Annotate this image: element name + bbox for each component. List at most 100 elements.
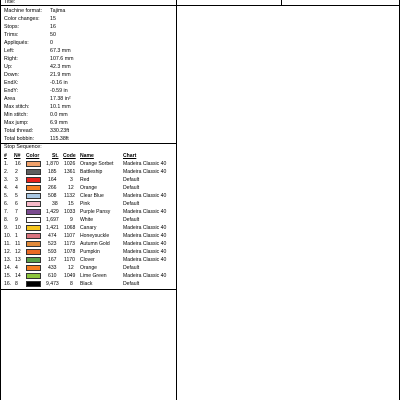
stat-value: 115.38ft xyxy=(50,135,69,142)
row-chart: Default xyxy=(123,177,140,183)
stat-label: Appliqués: xyxy=(4,39,29,46)
row-name: Honeysuckle xyxy=(80,233,110,239)
row-needle: 8 xyxy=(15,281,18,287)
row-name: Pumpkin xyxy=(80,249,100,255)
row-name: Red xyxy=(80,177,90,183)
table-row: 1. 16 1,870 1026 Orange Sorbet Madeira C… xyxy=(0,160,176,168)
row-num: 8. xyxy=(4,217,9,223)
stat-label: Stops: xyxy=(4,23,20,30)
stat-label: Left: xyxy=(4,47,15,54)
row-needle: 5 xyxy=(15,193,18,199)
row-stitches: 167 xyxy=(48,257,57,263)
table-row: 11. 11 523 1173 Autumn Gold Madeira Clas… xyxy=(0,240,176,248)
table-bottom-line xyxy=(0,289,176,290)
stat-value: 42.3 mm xyxy=(50,63,71,70)
stat-value: 330.23ft xyxy=(50,127,70,134)
table-row: 3. 3 164 3 Red Default xyxy=(0,176,176,184)
header-bottom-line xyxy=(0,5,400,6)
row-code: 1107 xyxy=(64,233,75,239)
table-row: 10. 1 474 1107 Honeysuckle Madeira Class… xyxy=(0,232,176,240)
color-swatch xyxy=(26,160,41,167)
color-swatch xyxy=(26,272,41,279)
row-stitches: 266 xyxy=(48,185,57,191)
row-stitches: 1,697 xyxy=(46,217,59,223)
color-swatch xyxy=(26,200,41,207)
stat-label: Total thread: xyxy=(4,127,34,134)
stat-label: Max stitch: xyxy=(4,103,30,110)
stat-value: -0.59 in xyxy=(50,87,68,94)
row-needle: 9 xyxy=(15,217,18,223)
row-chart: Default xyxy=(123,201,140,207)
row-stitches: 433 xyxy=(48,265,57,271)
row-num: 11. xyxy=(4,241,11,247)
row-num: 10. xyxy=(4,233,12,239)
color-swatch xyxy=(26,224,41,231)
row-num: 7. xyxy=(4,209,9,215)
row-code: 9 xyxy=(70,217,73,223)
color-swatch xyxy=(26,168,41,175)
stat-label: Up: xyxy=(4,63,13,70)
row-chart: Madeira Classic 40 xyxy=(123,273,167,279)
col-header-n: N# xyxy=(14,153,21,159)
row-name: Clear Blue xyxy=(80,193,104,199)
row-name: Black xyxy=(80,281,93,287)
row-chart: Default xyxy=(123,265,140,271)
row-code: 1132 xyxy=(64,193,75,199)
color-swatch xyxy=(26,248,41,255)
table-row: 7. 7 1,429 1033 Purple Pansy Madeira Cla… xyxy=(0,208,176,216)
row-chart: Default xyxy=(123,217,140,223)
row-chart: Madeira Classic 40 xyxy=(123,169,167,175)
stat-label: EndY: xyxy=(4,87,19,94)
row-needle: 10 xyxy=(15,225,21,231)
row-name: Orange xyxy=(80,265,97,271)
row-name: Clover xyxy=(80,257,95,263)
row-num: 16. xyxy=(4,281,12,287)
row-stitches: 9,473 xyxy=(46,281,59,287)
stat-value: 107.6 mm xyxy=(50,55,74,62)
row-num: 12. xyxy=(4,249,12,255)
stat-value: 0.0 mm xyxy=(50,111,68,118)
row-num: 2. xyxy=(4,169,9,175)
table-row: 5. 5 508 1132 Clear Blue Madeira Classic… xyxy=(0,192,176,200)
table-row: 6. 6 38 15 Pink Default xyxy=(0,200,176,208)
row-name: Orange Sorbet xyxy=(80,161,114,167)
stat-label: Area xyxy=(4,95,16,102)
row-code: 1173 xyxy=(64,241,75,247)
row-num: 15. xyxy=(4,273,12,279)
row-name: Pink xyxy=(80,201,90,207)
col-header-st: St. xyxy=(52,153,59,159)
row-num: 13. xyxy=(4,257,12,263)
col-header-color: Color xyxy=(26,153,40,159)
row-num: 5. xyxy=(4,193,9,199)
stat-value: 6.9 mm xyxy=(50,119,68,126)
title-label: Title: xyxy=(4,0,16,5)
row-name: Purple Pansy xyxy=(80,209,111,215)
row-needle: 12 xyxy=(15,249,21,255)
table-row: 15. 14 610 1049 Lime Green Madeira Class… xyxy=(0,272,176,280)
color-swatch xyxy=(26,176,41,183)
table-row: 13. 13 167 1170 Clover Madeira Classic 4… xyxy=(0,256,176,264)
row-name: White xyxy=(80,217,94,223)
row-chart: Madeira Classic 40 xyxy=(123,209,167,215)
table-row: 8. 9 1,697 9 White Default xyxy=(0,216,176,224)
row-chart: Default xyxy=(123,185,140,191)
table-row: 9. 10 1,421 1068 Canary Madeira Classic … xyxy=(0,224,176,232)
row-stitches: 610 xyxy=(48,273,57,279)
row-needle: 2 xyxy=(15,169,18,175)
stat-value: 50 xyxy=(50,31,56,38)
row-code: 1026 xyxy=(64,161,76,167)
row-stitches: 474 xyxy=(48,233,57,239)
row-needle: 4 xyxy=(15,185,18,191)
stat-label: Color changes: xyxy=(4,15,40,22)
table-row: 16. 8 9,473 8 Black Default xyxy=(0,280,176,288)
color-swatch xyxy=(26,208,41,215)
center-divider xyxy=(176,0,177,400)
row-num: 6. xyxy=(4,201,9,207)
row-stitches: 164 xyxy=(48,177,57,183)
row-stitches: 38 xyxy=(52,201,58,207)
color-swatch xyxy=(26,256,41,263)
row-chart: Madeira Classic 40 xyxy=(123,241,167,247)
row-code: 1361 xyxy=(64,169,76,175)
stat-value: 15 xyxy=(50,15,56,22)
machine-format-value: Tajima xyxy=(50,7,66,14)
